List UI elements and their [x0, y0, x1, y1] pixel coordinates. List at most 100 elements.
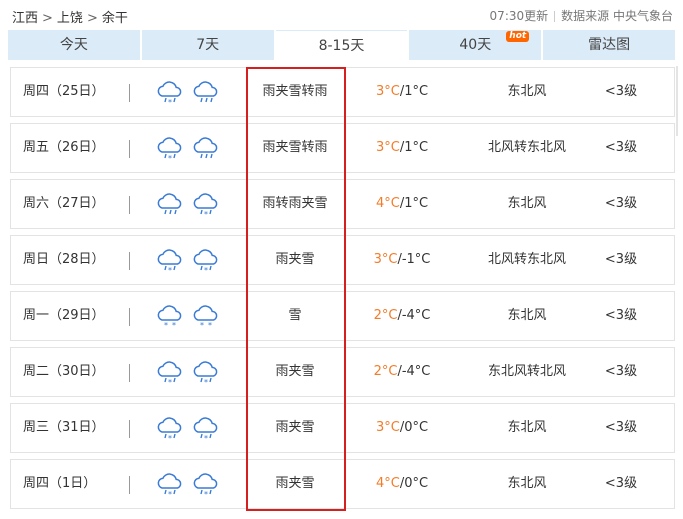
svg-text:*: *: [172, 321, 176, 330]
wind-direction: 东北风: [507, 308, 547, 323]
high-temp: 3°C: [373, 252, 398, 267]
weather-icons: * *: [155, 246, 235, 276]
temperature: 3°C/1°C: [347, 124, 457, 172]
forecast-row[interactable]: 周三（31日） * * 雨夹雪 3°C/0°C 东北风 <3级: [10, 403, 675, 453]
low-temp: /-4°C: [397, 364, 431, 379]
day-label: 周一（29日）: [23, 308, 105, 323]
high-temp: 3°C: [375, 420, 400, 435]
breadcrumb-separator: >: [86, 11, 98, 26]
forecast-row[interactable]: 周日（28日） * * 雨夹雪 3°C/-1°C 北风转东北风 <3级: [10, 235, 675, 285]
wind-level: <3级: [604, 140, 638, 155]
weather-icons: *: [155, 190, 235, 220]
weather-icons: *: [155, 134, 235, 164]
breadcrumb-county[interactable]: 余干: [102, 11, 128, 26]
weather-description: 雨夹雪: [275, 476, 315, 491]
top-bar: 江西 > 上饶 > 余干 07:30更新 数据来源 中央气象台: [0, 0, 683, 28]
forecast-row[interactable]: 周六（27日） * 雨转雨夹雪 4°C/1°C 东北风 <3级: [10, 179, 675, 229]
tab-today[interactable]: 今天: [8, 30, 140, 60]
forecast-row[interactable]: 周四（1日） * * 雨夹雪 4°C/0°C 东北风 <3级: [10, 459, 675, 509]
divider: [129, 364, 130, 382]
update-time: 07:30更新: [489, 9, 549, 23]
wind-level: <3级: [604, 84, 638, 99]
tab-label: 7天: [196, 37, 220, 53]
tab-radar[interactable]: 雷达图: [543, 30, 675, 60]
svg-text:*: *: [208, 321, 212, 330]
weather-description: 雨转雨夹雪: [262, 196, 328, 211]
svg-text:*: *: [204, 490, 208, 499]
weather-icons: * *: [155, 470, 235, 500]
day-label: 周三（31日）: [23, 420, 105, 435]
low-temp: /0°C: [399, 476, 429, 491]
tab-7-days[interactable]: 7天: [141, 30, 274, 60]
forecast-row[interactable]: 周四（25日） * 雨夹雪转雨 3°C/1°C 东北风 <3级: [10, 67, 675, 117]
temperature: 4°C/0°C: [347, 460, 457, 508]
tab-label: 40天: [459, 37, 492, 53]
divider: [129, 140, 130, 158]
wind-direction: 东北风转北风: [487, 364, 566, 379]
divider: [554, 11, 556, 22]
low-temp: /1°C: [399, 84, 429, 99]
breadcrumb: 江西 > 上饶 > 余干: [12, 7, 128, 26]
forecast-row[interactable]: 周五（26日） * 雨夹雪转雨 3°C/1°C 北风转东北风 <3级: [10, 123, 675, 173]
svg-text:*: *: [204, 378, 208, 387]
high-temp: 3°C: [375, 84, 400, 99]
tab-label: 8-15天: [318, 38, 365, 54]
low-temp: /1°C: [399, 196, 429, 211]
weather-description: 雨夹雪: [275, 420, 315, 435]
wind-level: <3级: [604, 252, 638, 267]
wind-direction: 东北风: [507, 476, 547, 491]
low-temp: /-1°C: [397, 252, 431, 267]
weather-icons: * * * *: [155, 302, 235, 332]
weather-description: 雨夹雪: [275, 364, 315, 379]
breadcrumb-separator: >: [42, 11, 53, 26]
day-label: 周二（30日）: [23, 364, 105, 379]
wind-level: <3级: [604, 308, 638, 323]
forecast-row[interactable]: 周一（29日） * * * * 雪 2°C/-4°C 东北风 <3级: [10, 291, 675, 341]
wind-level: <3级: [604, 476, 638, 491]
divider: [129, 252, 130, 270]
day-label: 周日（28日）: [23, 252, 105, 267]
temperature: 2°C/-4°C: [347, 292, 457, 340]
day-label: 周五（26日）: [23, 140, 105, 155]
svg-text:*: *: [164, 321, 168, 330]
wind-level: <3级: [604, 364, 638, 379]
svg-text:*: *: [168, 434, 172, 443]
temperature: 3°C/0°C: [347, 404, 457, 452]
svg-text:*: *: [168, 378, 172, 387]
source-label: 数据来源: [561, 9, 610, 23]
low-temp: /-4°C: [397, 308, 431, 323]
weather-icons: *: [155, 78, 235, 108]
forecast-row[interactable]: 周二（30日） * * 雨夹雪 2°C/-4°C 东北风转北风 <3级: [10, 347, 675, 397]
svg-text:*: *: [168, 98, 172, 107]
svg-text:*: *: [204, 266, 208, 275]
divider: [129, 420, 130, 438]
low-temp: /1°C: [399, 140, 429, 155]
wind-direction: 北风转东北风: [487, 140, 566, 155]
temperature: 2°C/-4°C: [347, 348, 457, 396]
scrollbar[interactable]: [676, 66, 678, 136]
weather-description: 雨夹雪转雨: [262, 140, 328, 155]
divider: [129, 308, 130, 326]
weather-icons: * *: [155, 414, 235, 444]
high-temp: 4°C: [375, 476, 400, 491]
breadcrumb-province[interactable]: 江西: [12, 11, 38, 26]
svg-text:*: *: [204, 210, 208, 219]
high-temp: 3°C: [375, 140, 400, 155]
tab-label: 今天: [59, 37, 88, 53]
forecast-tabs: 今天 7天 8-15天 40天 hot 雷达图: [8, 30, 675, 60]
breadcrumb-city[interactable]: 上饶: [57, 11, 83, 26]
temperature: 3°C/1°C: [347, 68, 457, 116]
day-label: 周六（27日）: [23, 196, 105, 211]
tab-40-days[interactable]: 40天 hot: [409, 30, 542, 60]
wind-direction: 东北风: [507, 420, 547, 435]
temperature: 4°C/1°C: [347, 180, 457, 228]
update-info: 07:30更新 数据来源 中央气象台: [490, 7, 673, 24]
svg-text:*: *: [168, 490, 172, 499]
divider: [129, 476, 130, 494]
weather-description: 雨夹雪: [275, 252, 315, 267]
divider: [129, 84, 130, 102]
tab-8-15-days[interactable]: 8-15天: [275, 30, 408, 60]
high-temp: 2°C: [373, 308, 398, 323]
wind-level: <3级: [604, 196, 638, 211]
svg-text:*: *: [168, 154, 172, 163]
